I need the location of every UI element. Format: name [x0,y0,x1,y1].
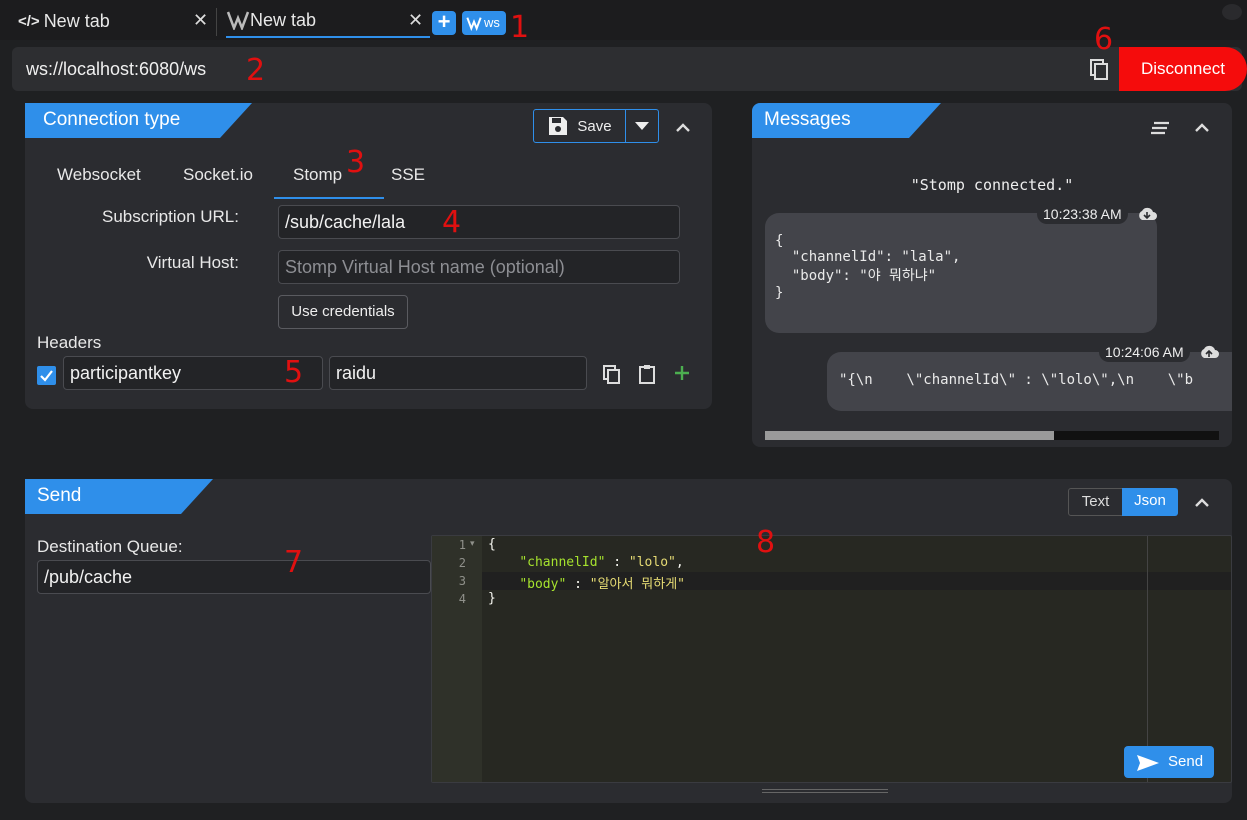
cloud-upload-icon [1201,345,1219,358]
ws-logo-icon [226,11,250,30]
code-line: "body" : "알아서 뭐하게" [519,577,686,592]
subscription-url-label: Subscription URL: [101,207,239,226]
connection-status-message: "Stomp connected." [910,176,1074,194]
chevron-up-icon[interactable] [1195,123,1209,132]
chevron-up-icon[interactable] [1195,498,1209,507]
tab-bar: </> New tab ✕ New tab ✕ + ws [0,0,1247,40]
send-panel: Send Text Json Destination Queue: /pub/c… [25,479,1232,803]
clipboard-icon[interactable] [638,364,656,384]
tab-1-label: New tab [43,10,110,31]
ws-toggle-button[interactable]: ws [462,11,506,35]
code-line: } [488,591,496,606]
horizontal-scrollbar[interactable] [765,431,1219,440]
fold-arrow-icon[interactable]: ▾ [470,538,475,549]
send-label: Send [1168,753,1204,770]
scrollbar-thumb[interactable] [765,431,1054,440]
tab-2[interactable]: New tab [226,4,430,38]
headers-label: Headers [37,333,102,352]
ws-badge-label: ws [484,15,500,30]
header-enabled-checkbox[interactable] [37,366,56,385]
url-input[interactable]: ws://localhost:6080/ws [26,59,206,80]
connection-panel: Connection type Save Websocket Socket.io… [25,103,712,409]
close-icon[interactable]: ✕ [408,10,423,31]
close-icon[interactable]: ✕ [193,10,208,31]
tab-stomp[interactable]: Stomp [293,165,342,185]
caret-down-icon [635,122,649,130]
copy-icon[interactable] [1088,59,1110,81]
virtual-host-input[interactable]: Stomp Virtual Host name (optional) [278,250,680,284]
message-line: "body": "야 뭐하냐" [775,268,937,284]
json-editor[interactable]: 1 ▾ 2 3 4 { "channelId" : "lolo", "body" … [431,535,1232,783]
tab-sse[interactable]: SSE [391,165,425,185]
connection-title: Connection type [25,103,252,138]
header-key-input[interactable]: participantkey [63,356,323,390]
virtual-host-placeholder: Stomp Virtual Host name (optional) [285,257,565,277]
message-line: "channelId": "lala", [775,249,961,265]
json-mode-button[interactable]: Json [1122,488,1178,516]
code-line: "channelId" : "lolo", [519,555,684,570]
line-gutter: 1 ▾ 2 3 4 [432,536,482,782]
message-line: { [775,233,784,249]
subscription-url-input[interactable]: /sub/cache/lala [278,205,680,239]
destination-queue-label: Destination Queue: [37,537,183,556]
tab-1[interactable]: </> New tab [18,4,110,38]
disconnect-button[interactable]: Disconnect [1119,47,1247,91]
destination-queue-input[interactable]: /pub/cache [37,560,431,594]
add-header-icon[interactable] [674,365,690,381]
paper-plane-icon [1137,755,1159,771]
send-title: Send [25,479,213,514]
save-dropdown-button[interactable] [626,110,658,142]
save-label: Save [577,117,612,135]
ws-logo-icon [466,17,482,31]
save-button[interactable]: Save [533,109,659,143]
code-icon: </> [18,12,40,30]
message-timestamp: 10:24:06 AM [1099,342,1190,362]
virtual-host-label: Virtual Host: [146,253,239,272]
tab-2-label: New tab [250,9,317,30]
received-message: { "channelId": "lala", "body": "야 뭐하냐" } [765,213,1157,333]
chevron-up-icon[interactable] [676,123,690,132]
header-value-input[interactable]: raidu [329,356,587,390]
app-window: </> New tab ✕ New tab ✕ + ws ws://localh… [0,0,1247,820]
tab-socketio[interactable]: Socket.io [183,165,253,185]
url-bar: ws://localhost:6080/ws Disconnect [12,47,1247,91]
clear-messages-icon[interactable] [1150,121,1170,135]
code-line: { [488,537,496,552]
message-timestamp: 10:23:38 AM [1037,204,1128,224]
copy-icon[interactable] [603,365,621,385]
message-line: } [775,285,784,301]
check-icon [40,370,53,382]
tab-websocket[interactable]: Websocket [57,165,141,185]
use-credentials-button[interactable]: Use credentials [278,295,408,329]
resize-handle[interactable] [762,789,888,793]
messages-title: Messages [752,103,941,138]
new-tab-button[interactable]: + [432,11,456,35]
messages-panel: Messages "Stomp connected." { "channelId… [752,103,1232,447]
floppy-icon [549,117,568,135]
send-button[interactable]: Send [1124,746,1214,778]
cloud-download-icon [1139,207,1157,220]
text-mode-button[interactable]: Text [1068,488,1123,516]
